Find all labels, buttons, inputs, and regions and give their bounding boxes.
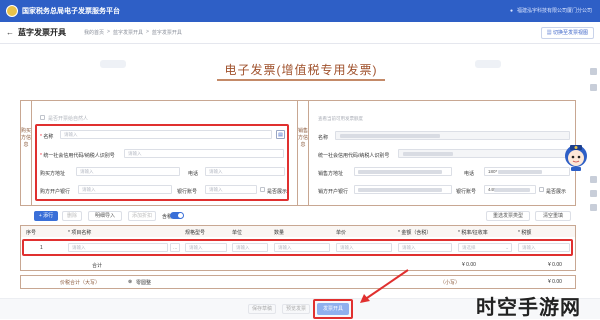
redacted-text [340,134,440,138]
top-bar: 国家税务总局电子发票服务平台 ● 福建泓宇科技有限公司厦门分公司 [0,0,600,22]
buyer-side-column [20,100,32,206]
seller-account-label: 银行账号 [456,189,477,195]
side-tool-icon[interactable] [590,190,597,197]
seller-side-column [297,100,309,206]
col-header: * 税率/征收率 [458,230,488,236]
total-tax: ¥ 0.00 [548,262,562,268]
page-title: 蓝字发票开具 [18,28,66,37]
add-row-button[interactable]: + 添行 [34,211,58,221]
toggle-knob [178,213,183,218]
side-tool-icon[interactable] [590,204,597,211]
breadcrumb-item[interactable]: 我的首页 [84,29,104,36]
user-name: 福建泓宇科技有限公司厦门分公司 [516,8,592,14]
items-table-header-bg [21,226,575,237]
user-info[interactable]: ● 福建泓宇科技有限公司厦门分公司 [509,7,592,15]
clear-all-button[interactable]: 清空重填 [535,211,571,221]
delete-row-button[interactable]: 删除 [62,211,82,221]
redacted-text [494,188,530,192]
col-header: 数量 [274,230,285,236]
add-discount-button[interactable]: 添加折扣 [128,211,156,221]
seller-show-checkbox[interactable] [539,187,544,192]
seller-bank-label: 销方开户银行 [318,189,349,195]
quota-hint[interactable]: 查看当前可用发票额度 [318,116,363,122]
seller-phone-label: 电话 [464,171,475,177]
back-arrow-icon[interactable]: ← [6,28,14,37]
page-header: ← 蓝字发票开具 我的首页 > 蓝字发票开具 > 蓝字发票开具 ▦ 切换至发票视图 [0,22,600,44]
breadcrumb-item: 蓝字发票开具 [151,30,182,36]
side-tool-icon[interactable] [590,84,597,91]
buyer-highlight-box [35,124,289,201]
seller-tax-id-label: 统一社会信用代码/纳税人识别号 [318,153,390,159]
redacted-text [498,170,542,174]
col-header: 单价 [336,230,347,236]
tax-bureau-logo-icon [6,5,18,17]
item-row-highlight-box [22,239,573,256]
total-label: 合计 [92,263,103,269]
breadcrumb-item[interactable]: 蓝字发票开具 [113,29,143,36]
side-tool-icon[interactable] [590,68,597,75]
seller-side-label: 销售方信息 [298,128,309,148]
col-header: 单位 [232,230,243,236]
assistant-mascot-icon[interactable] [562,142,590,172]
invoice-title: 电子发票(增值税专用发票) [224,63,378,77]
copy-import-button[interactable]: 明细导入 [88,211,122,221]
natural-person-checkbox[interactable] [40,115,45,120]
buyer-side-label: 购买方信息 [21,128,32,148]
tax-inclusive-toggle[interactable] [170,212,184,219]
switch-view-icon: ▦ [546,30,552,36]
seller-show-label: 是否展示 [546,189,567,195]
side-tool-icon[interactable] [590,176,597,183]
app-title: 国家税务总局电子发票服务平台 [22,8,120,15]
col-header: 序号 [26,230,37,236]
seller-name-label: 名称 [318,135,329,141]
total-words-value: 零圆整 [136,280,152,286]
yuan-symbol-icon: ⊗ [128,279,133,285]
total-small-label: （小写） [440,280,461,286]
natural-person-label: 是否开票给自然人 [48,116,89,122]
save-draft-button[interactable]: 保存草稿 [248,304,276,314]
redacted-text [358,170,442,174]
switch-view-button[interactable]: ▦ 切换至发票视图 [540,27,594,39]
redacted-text [358,188,442,192]
invoice-title-underline [217,79,385,81]
total-words-label: 价税合计（大写） [60,280,101,286]
col-header: * 税额 [518,230,532,236]
annotation-arrow-icon [360,269,409,303]
header-placeholder [475,60,501,68]
total-small-value: ¥ 0.00 [548,279,562,285]
total-amount: ¥ 0.00 [462,262,476,268]
reselect-type-button[interactable]: 重选发票类型 [486,211,530,221]
seller-address-label: 销售方地址 [318,171,344,177]
issue-highlight-box [313,299,353,319]
site-watermark: 时空手游网 [476,297,581,319]
header-placeholder [100,60,126,68]
col-header: * 项目名称 [68,230,92,236]
summary-row [20,275,576,289]
redacted-text [403,152,453,156]
preview-button[interactable]: 预览发票 [282,304,310,314]
col-header: 规格型号 [185,230,206,236]
col-header: * 金额（含税） [398,230,432,236]
user-icon: ● [509,7,513,14]
breadcrumb: 我的首页 > 蓝字发票开具 > 蓝字发票开具 [84,29,182,36]
